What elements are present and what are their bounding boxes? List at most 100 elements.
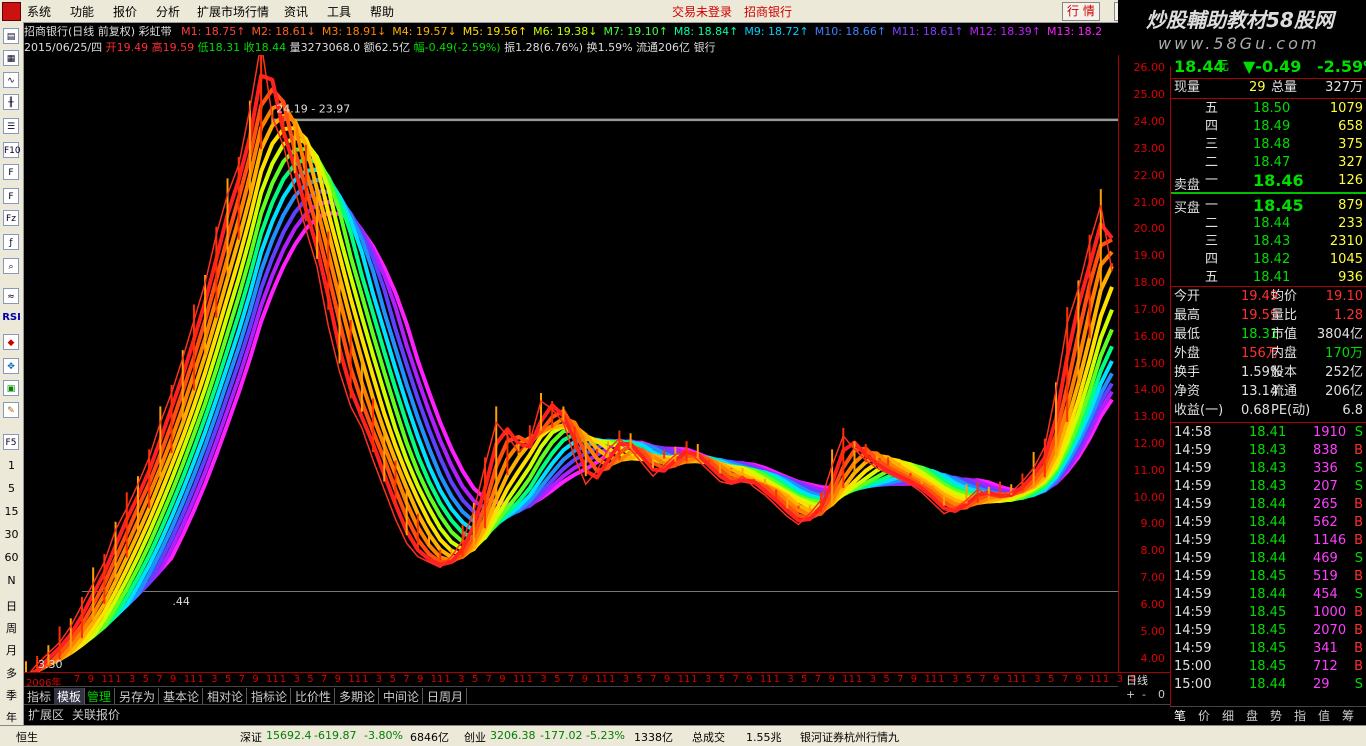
period-quarter[interactable]: 季 bbox=[2, 687, 21, 703]
menu-function[interactable]: 功能 bbox=[70, 3, 94, 20]
tab-extended[interactable]: 扩展区 bbox=[28, 706, 64, 723]
tick-price: 18.44 bbox=[1249, 587, 1287, 602]
drop-icon[interactable]: ◆ bbox=[3, 334, 19, 350]
y-tick-label: 17.00 bbox=[1133, 302, 1166, 316]
x-tick-label: 1 bbox=[855, 674, 863, 685]
bid-price: 18.42 bbox=[1253, 252, 1291, 267]
tick-volume: 2070 bbox=[1313, 623, 1347, 638]
tick-time: 15:00 bbox=[1174, 659, 1212, 674]
tab-template[interactable]: 模板 bbox=[54, 688, 86, 705]
fiz-icon[interactable]: Fz bbox=[3, 210, 19, 226]
f-alt-icon[interactable]: F bbox=[3, 188, 19, 204]
reset-button[interactable]: 0 bbox=[1158, 688, 1165, 701]
brand-title: 炒股輔助教材58股网 bbox=[1146, 8, 1334, 32]
f5-button[interactable]: F5 bbox=[3, 434, 19, 450]
ask-volume: 327 bbox=[1338, 155, 1363, 170]
app-logo-icon[interactable] bbox=[2, 2, 21, 21]
tick-row: 14:59 18.43 838 B bbox=[1171, 442, 1366, 460]
grid-icon[interactable]: ▦ bbox=[3, 50, 19, 66]
y-tick-label: 16.00 bbox=[1133, 329, 1166, 343]
wave-icon[interactable]: ≈ bbox=[3, 288, 19, 304]
period-multi[interactable]: 多 bbox=[2, 665, 21, 681]
index-hsi[interactable]: 恒生 bbox=[16, 729, 38, 745]
period-month[interactable]: 月 bbox=[2, 642, 21, 658]
f-icon[interactable]: F bbox=[3, 164, 19, 180]
move-icon[interactable]: ✥ bbox=[3, 358, 19, 374]
period-1min[interactable]: 1 bbox=[2, 459, 21, 472]
x-tick-label: 7 bbox=[1061, 674, 1069, 685]
zoom-in-button[interactable]: + bbox=[1126, 688, 1135, 701]
right-tabs: 笔 价 细 盘 势 指 值 筹 bbox=[1170, 706, 1366, 723]
rtab-price[interactable]: 价 bbox=[1198, 707, 1210, 724]
period-day[interactable]: 日 bbox=[2, 598, 21, 614]
chart-title: 招商银行(日线 前复权) 彩虹带 bbox=[24, 25, 172, 38]
menu-quote[interactable]: 报价 bbox=[113, 3, 137, 20]
x-tick-label: 11 bbox=[430, 674, 444, 685]
stat-label: 收益(一) bbox=[1174, 403, 1224, 418]
tab-indicator-theory[interactable]: 指标论 bbox=[248, 688, 292, 705]
zoom-out-button[interactable]: - bbox=[1142, 688, 1146, 701]
x-tick-label: 3 bbox=[1116, 674, 1123, 685]
tab-manage[interactable]: 管理 bbox=[84, 688, 116, 705]
trade-status[interactable]: 交易未登录 bbox=[672, 3, 732, 20]
menu-analysis[interactable]: 分析 bbox=[156, 3, 180, 20]
menu-news[interactable]: 资讯 bbox=[284, 3, 308, 20]
rtab-ticks[interactable]: 笔 bbox=[1174, 707, 1186, 724]
kline-icon[interactable]: ╫ bbox=[3, 94, 19, 110]
x-tick-label: 9 bbox=[170, 674, 177, 685]
tick-volume: 562 bbox=[1313, 515, 1338, 530]
rtab-index[interactable]: 指 bbox=[1294, 707, 1306, 724]
bar-float: 流通206亿 bbox=[636, 41, 691, 54]
bid-volume: 879 bbox=[1338, 198, 1363, 213]
stat-label: 外盘 bbox=[1174, 346, 1201, 361]
rtab-board[interactable]: 盘 bbox=[1246, 707, 1258, 724]
pencil-icon[interactable]: ✎ bbox=[3, 402, 19, 418]
rtab-value[interactable]: 值 bbox=[1318, 707, 1330, 724]
x-tick-label: 1 bbox=[938, 674, 945, 685]
x-tick-label: 9 bbox=[416, 674, 424, 685]
tab-price-compare[interactable]: 比价性 bbox=[292, 688, 336, 705]
period-week[interactable]: 周 bbox=[2, 620, 21, 636]
tab-relative[interactable]: 相对论 bbox=[204, 688, 248, 705]
period-30min[interactable]: 30 bbox=[2, 528, 21, 541]
divider bbox=[1171, 422, 1366, 423]
square-icon[interactable]: ▣ bbox=[3, 380, 19, 396]
ohlc-header: 2015/06/25/四 开19.49 高19.59 低18.31 收18.44… bbox=[24, 39, 1118, 55]
stock-name-link[interactable]: 招商银行 bbox=[744, 3, 792, 20]
bid-volume: 1045 bbox=[1329, 252, 1363, 267]
menu-tools[interactable]: 工具 bbox=[327, 3, 351, 20]
rsi-button[interactable]: RSI bbox=[2, 312, 21, 323]
x-tick-label: 7 bbox=[979, 674, 986, 685]
bar-high: 高19.59 bbox=[151, 41, 195, 54]
rtab-trend[interactable]: 势 bbox=[1270, 707, 1282, 724]
tab-day-week-month[interactable]: 日周月 bbox=[424, 688, 468, 705]
quote-button[interactable]: 行 情 bbox=[1062, 2, 1100, 21]
menu-system[interactable]: 系统 bbox=[27, 3, 51, 20]
zoom-icon[interactable]: ƒ bbox=[3, 234, 19, 250]
f10-icon[interactable]: F10 bbox=[3, 142, 21, 158]
rtab-chips[interactable]: 筹 bbox=[1342, 707, 1354, 724]
menu-help[interactable]: 帮助 bbox=[370, 3, 394, 20]
period-year[interactable]: 年 bbox=[2, 709, 21, 725]
y-tick-label: 25.00 bbox=[1133, 88, 1166, 102]
period-60min[interactable]: 60 bbox=[2, 551, 21, 564]
tab-basic[interactable]: 基本论 bbox=[160, 688, 204, 705]
period-n[interactable]: N bbox=[2, 574, 21, 587]
rainbow-chart[interactable]: 26.95 24.19 - 23.97 3.30 .44 bbox=[24, 55, 1118, 672]
doc-icon[interactable]: ▤ bbox=[3, 28, 19, 44]
total-vol: 327万 bbox=[1325, 80, 1363, 95]
tab-save-as[interactable]: 另存为 bbox=[116, 688, 160, 705]
tab-multi-period[interactable]: 多期论 bbox=[336, 688, 380, 705]
tab-indicator[interactable]: 指标 bbox=[24, 688, 56, 705]
tick-time: 14:59 bbox=[1174, 587, 1212, 602]
period-5min[interactable]: 5 bbox=[2, 482, 21, 495]
line-chart-icon[interactable]: ∿ bbox=[3, 72, 19, 88]
period-15min[interactable]: 15 bbox=[2, 505, 21, 518]
tab-related-quote[interactable]: 关联报价 bbox=[72, 706, 120, 723]
rtab-detail[interactable]: 细 bbox=[1222, 707, 1234, 724]
table-icon[interactable]: ☰ bbox=[3, 118, 19, 134]
menu-extended-market[interactable]: 扩展市场行情 bbox=[197, 3, 269, 20]
y-tick-label: 24.00 bbox=[1133, 115, 1166, 129]
tab-middle[interactable]: 中间论 bbox=[380, 688, 424, 705]
search-icon[interactable]: ⌕ bbox=[3, 258, 19, 274]
